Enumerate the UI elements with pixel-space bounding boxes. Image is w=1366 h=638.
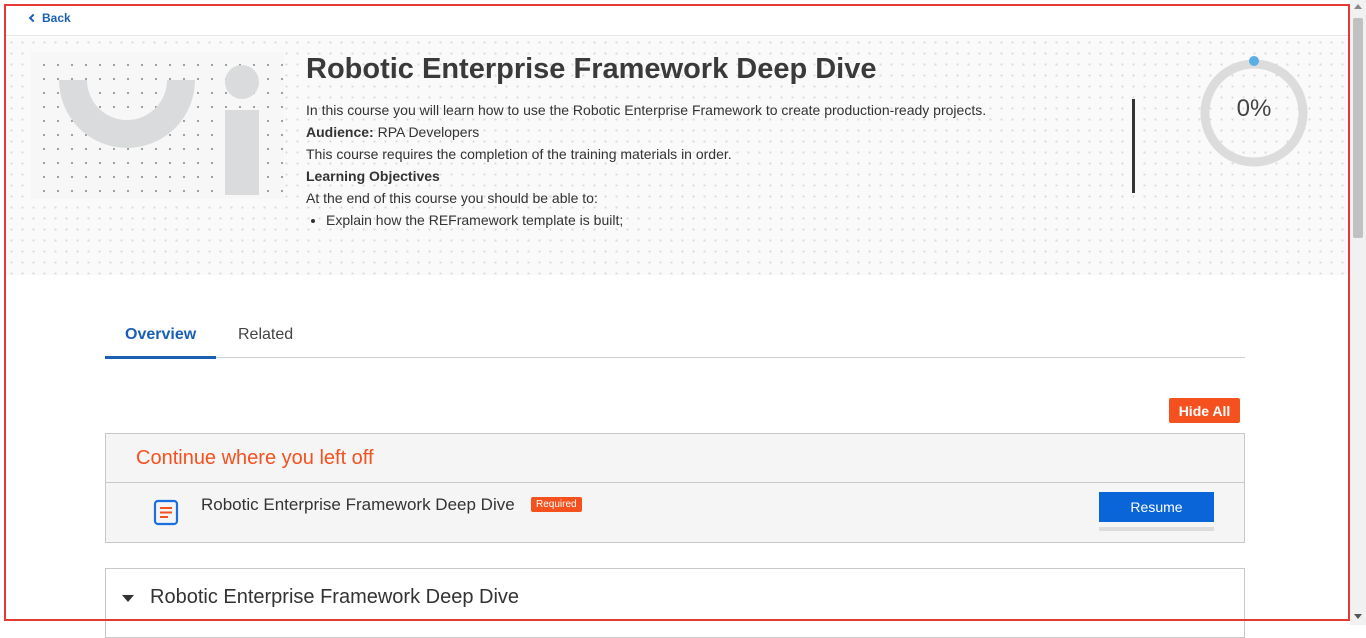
lesson-title-link[interactable]: Robotic Enterprise Framework Deep Dive bbox=[201, 495, 515, 515]
audience-value: RPA Developers bbox=[373, 124, 480, 140]
objectives-intro: At the end of this course you should be … bbox=[306, 190, 598, 206]
module-title[interactable]: Robotic Enterprise Framework Deep Dive bbox=[150, 586, 519, 609]
scroll-down-icon[interactable] bbox=[1354, 614, 1362, 619]
caret-down-icon[interactable] bbox=[122, 595, 134, 602]
page-scrollbar[interactable] bbox=[1350, 0, 1366, 625]
scroll-up-icon[interactable] bbox=[1354, 4, 1362, 9]
course-tabs: Overview Related bbox=[105, 318, 1245, 359]
document-icon bbox=[153, 499, 179, 526]
scrollbar-thumb[interactable] bbox=[1353, 18, 1363, 238]
course-intro: In this course you will learn how to use… bbox=[306, 102, 987, 118]
module-section: Robotic Enterprise Framework Deep Dive bbox=[105, 568, 1245, 638]
hide-all-button[interactable]: Hide All bbox=[1169, 398, 1240, 423]
objectives-heading: Learning Objectives bbox=[306, 168, 440, 184]
audience-label: Audience: bbox=[306, 124, 374, 140]
objectives-list: Explain how the REFramework template is … bbox=[306, 209, 1106, 231]
continue-heading: Continue where you left off bbox=[136, 447, 374, 469]
objective-item: Explain how the REFramework template is … bbox=[326, 209, 1106, 231]
uipath-logo-graphic bbox=[59, 65, 259, 195]
course-description: In this course you will learn how to use… bbox=[306, 99, 1106, 233]
continue-card: Continue where you left off Robotic Ente… bbox=[105, 433, 1245, 543]
course-header: Robotic Enterprise Framework Deep Dive I… bbox=[6, 37, 1350, 275]
audience-line: Audience: RPA Developers bbox=[306, 121, 1106, 143]
course-thumbnail bbox=[31, 52, 284, 199]
progress-indicator-dot bbox=[1249, 56, 1259, 66]
course-title: Robotic Enterprise Framework Deep Dive bbox=[306, 53, 877, 85]
required-badge: Required bbox=[531, 497, 582, 512]
requirement-note: This course requires the completion of t… bbox=[306, 146, 732, 162]
back-label: Back bbox=[42, 11, 71, 25]
top-bar: Back bbox=[6, 6, 1350, 36]
chevron-left-icon bbox=[28, 13, 38, 23]
tab-overview[interactable]: Overview bbox=[105, 326, 217, 359]
lesson-progress-bar bbox=[1099, 527, 1214, 531]
description-scroll-indicator[interactable] bbox=[1132, 99, 1135, 193]
back-link[interactable]: Back bbox=[28, 11, 71, 25]
progress-label: 0% bbox=[1236, 95, 1272, 122]
tab-related[interactable]: Related bbox=[218, 326, 313, 356]
resume-button[interactable]: Resume bbox=[1099, 492, 1214, 522]
